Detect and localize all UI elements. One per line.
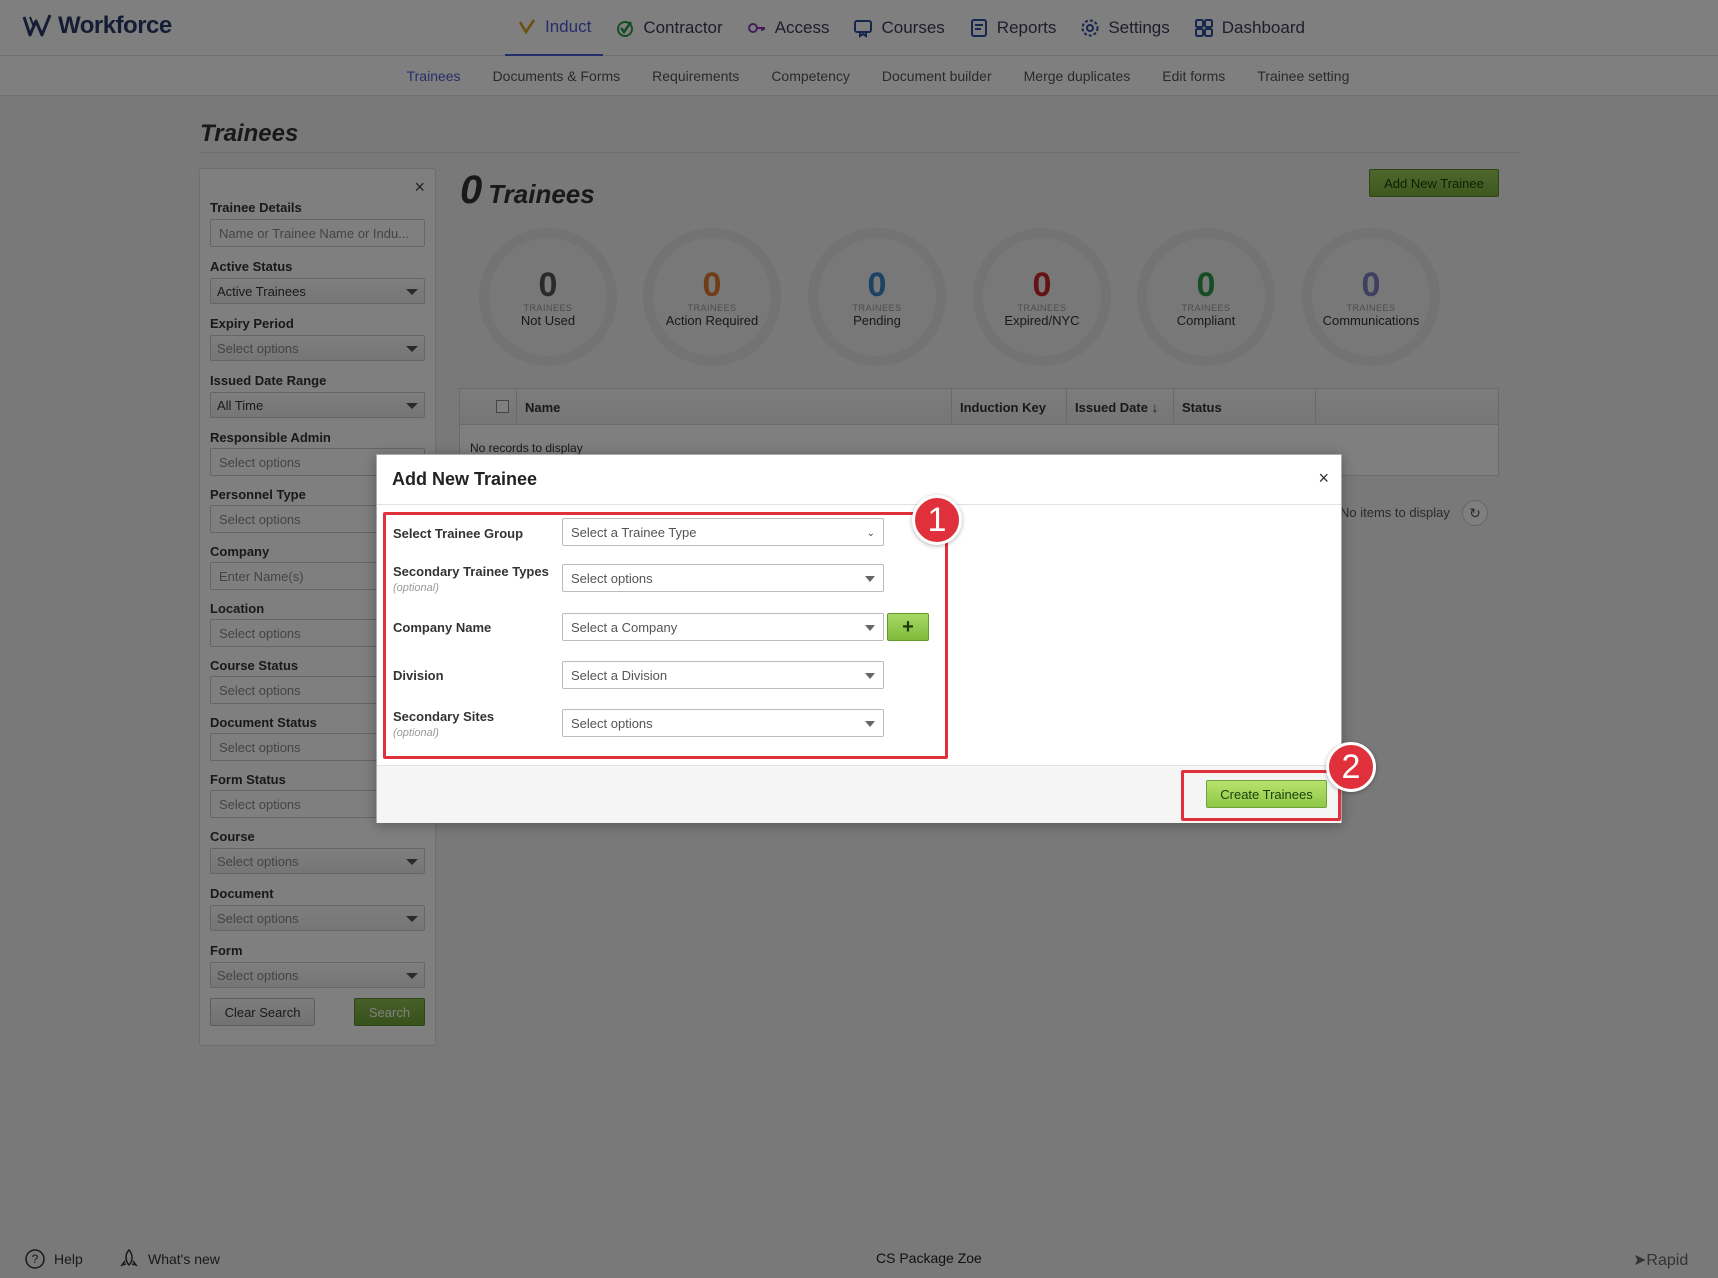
annotation-badge-1: 1 [912,495,962,545]
annotation-badge-2: 2 [1326,742,1376,792]
modal-title: Add New Trainee [392,469,538,489]
modal-close-icon[interactable]: × [1318,468,1329,489]
highlight-box-form-fields [383,512,948,759]
modal-header: Add New Trainee × [377,455,1341,505]
highlight-box-create-button [1181,770,1341,821]
